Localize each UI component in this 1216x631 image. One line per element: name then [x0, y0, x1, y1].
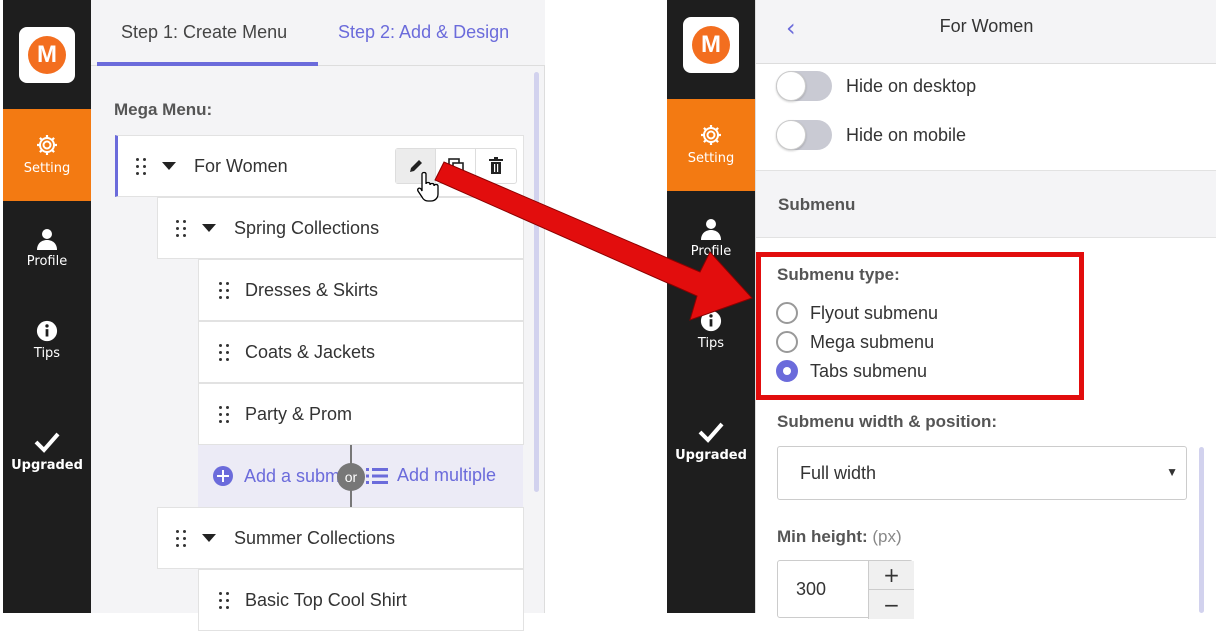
sidebar-item-tips[interactable]: Tips	[3, 320, 91, 361]
sidebar-item-upgraded[interactable]: Upgraded	[667, 420, 755, 463]
submenu-width-select[interactable]: Full width ▼	[777, 446, 1187, 500]
right-sidebar: M Setting Profile Tips Upgraded	[667, 0, 755, 613]
menu-item-summer-collections[interactable]: Summer Collections	[157, 507, 524, 569]
sidebar-label: Tips	[33, 346, 61, 361]
gear-icon	[37, 135, 57, 155]
panel-header: ‹ For Women	[756, 0, 1216, 64]
tab-step1[interactable]: Step 1: Create Menu	[121, 22, 287, 43]
trash-icon	[489, 157, 503, 174]
sidebar-label: Setting	[687, 151, 735, 166]
drag-handle-icon[interactable]	[219, 405, 231, 423]
delete-button[interactable]	[476, 149, 516, 183]
menu-item-dresses-skirts[interactable]: Dresses & Skirts	[198, 259, 524, 321]
sidebar-label: Tips	[697, 336, 725, 351]
hide-desktop-row: Hide on desktop	[776, 71, 976, 101]
copy-icon	[447, 158, 464, 174]
drag-handle-icon[interactable]	[219, 343, 231, 361]
sidebar-item-upgraded[interactable]: Upgraded	[3, 430, 91, 473]
sidebar-label: Upgraded	[675, 448, 747, 463]
checkmark-icon	[698, 422, 724, 443]
menu-item-spring-collections[interactable]: Spring Collections	[157, 197, 524, 259]
select-value: Full width	[800, 462, 877, 483]
caret-down-icon[interactable]	[202, 534, 216, 542]
min-height-label: Min height: (px)	[777, 527, 902, 547]
unit-label: (px)	[872, 527, 902, 546]
app-logo[interactable]: M	[683, 17, 739, 73]
scrollbar[interactable]	[534, 72, 539, 492]
menu-item-coats-jackets[interactable]: Coats & Jackets	[198, 321, 524, 383]
drag-handle-icon[interactable]	[176, 219, 188, 237]
checkmark-icon	[34, 432, 60, 453]
scrollbar[interactable]	[1199, 447, 1204, 613]
menu-item-party-prom[interactable]: Party & Prom	[198, 383, 524, 445]
item-settings-panel: ‹ For Women Hide on desktop Hide on mobi…	[755, 0, 1216, 619]
sidebar-item-profile[interactable]: Profile	[667, 216, 755, 259]
menu-item-label: Coats & Jackets	[245, 341, 376, 362]
hide-mobile-toggle[interactable]	[776, 120, 832, 150]
dropdown-arrow-icon: ▼	[1166, 465, 1178, 479]
sidebar-item-profile[interactable]: Profile	[3, 226, 91, 269]
sidebar-item-setting[interactable]: Setting	[667, 99, 755, 191]
menu-item-for-women[interactable]: For Women	[115, 135, 524, 197]
plus-circle-icon	[213, 466, 233, 486]
active-tab-indicator	[97, 62, 318, 66]
drag-handle-icon[interactable]	[136, 157, 148, 175]
drag-handle-icon[interactable]	[176, 529, 188, 547]
section-title: Submenu	[778, 195, 856, 214]
caret-down-icon[interactable]	[162, 162, 176, 170]
sidebar-item-setting[interactable]: Setting	[3, 109, 91, 201]
decrement-button[interactable]: −	[868, 590, 914, 619]
panel-title: For Women	[939, 16, 1034, 36]
submenu-section-header[interactable]: Submenu	[756, 170, 1216, 238]
caret-down-icon[interactable]	[202, 224, 216, 232]
item-actions	[395, 148, 517, 184]
tab-step2[interactable]: Step 2: Add & Design	[338, 22, 509, 43]
min-height-stepper[interactable]: 300 + −	[777, 560, 914, 619]
sidebar-label: Profile	[690, 244, 732, 259]
or-badge: or	[337, 463, 365, 491]
menu-item-basic-top[interactable]: Basic Top Cool Shirt	[198, 569, 524, 631]
toggle-label: Hide on mobile	[846, 124, 967, 145]
user-icon	[37, 229, 57, 250]
step-tabs: Step 1: Create Menu Step 2: Add & Design	[91, 0, 545, 66]
logo-mark: M	[28, 36, 66, 74]
menu-item-label: Party & Prom	[245, 403, 353, 424]
highlight-box	[756, 252, 1084, 400]
menu-item-label: Summer Collections	[234, 527, 396, 548]
menu-item-label: Basic Top Cool Shirt	[245, 589, 407, 610]
sidebar-item-tips[interactable]: Tips	[667, 310, 755, 351]
info-icon	[700, 310, 722, 332]
menu-item-label: For Women	[194, 155, 288, 176]
sidebar-label: Setting	[23, 161, 71, 176]
logo-mark: M	[692, 26, 730, 64]
drag-handle-icon[interactable]	[219, 281, 231, 299]
drag-handle-icon[interactable]	[219, 591, 231, 609]
hide-mobile-row: Hide on mobile	[776, 120, 966, 150]
gear-icon	[701, 125, 721, 145]
hide-desktop-toggle[interactable]	[776, 71, 832, 101]
menu-builder-panel: Step 1: Create Menu Step 2: Add & Design…	[91, 0, 545, 631]
list-icon	[366, 468, 388, 484]
app-logo[interactable]: M	[19, 27, 75, 83]
add-multiple-button[interactable]: Add multiple	[397, 465, 496, 486]
toggle-label: Hide on desktop	[846, 75, 977, 96]
menu-item-label: Dresses & Skirts	[245, 279, 379, 300]
left-sidebar: M Setting Profile Tips Upgraded	[3, 0, 91, 613]
pencil-icon	[409, 160, 422, 172]
sidebar-label: Upgraded	[11, 458, 83, 473]
submenu-width-label: Submenu width & position:	[777, 412, 998, 431]
add-submenu-button[interactable]: Add a subm	[244, 466, 340, 487]
info-icon	[36, 320, 58, 342]
min-height-text: Min height:	[777, 527, 868, 546]
menu-item-label: Spring Collections	[234, 217, 380, 238]
increment-button[interactable]: +	[868, 561, 914, 590]
sidebar-label: Profile	[26, 254, 68, 269]
min-height-value[interactable]: 300	[796, 579, 826, 600]
edit-button[interactable]	[396, 149, 436, 183]
add-submenu-row: Add a subm or Add multiple	[198, 445, 523, 507]
user-icon	[701, 219, 721, 240]
duplicate-button[interactable]	[436, 149, 476, 183]
mega-menu-title: Mega Menu:	[114, 100, 213, 119]
